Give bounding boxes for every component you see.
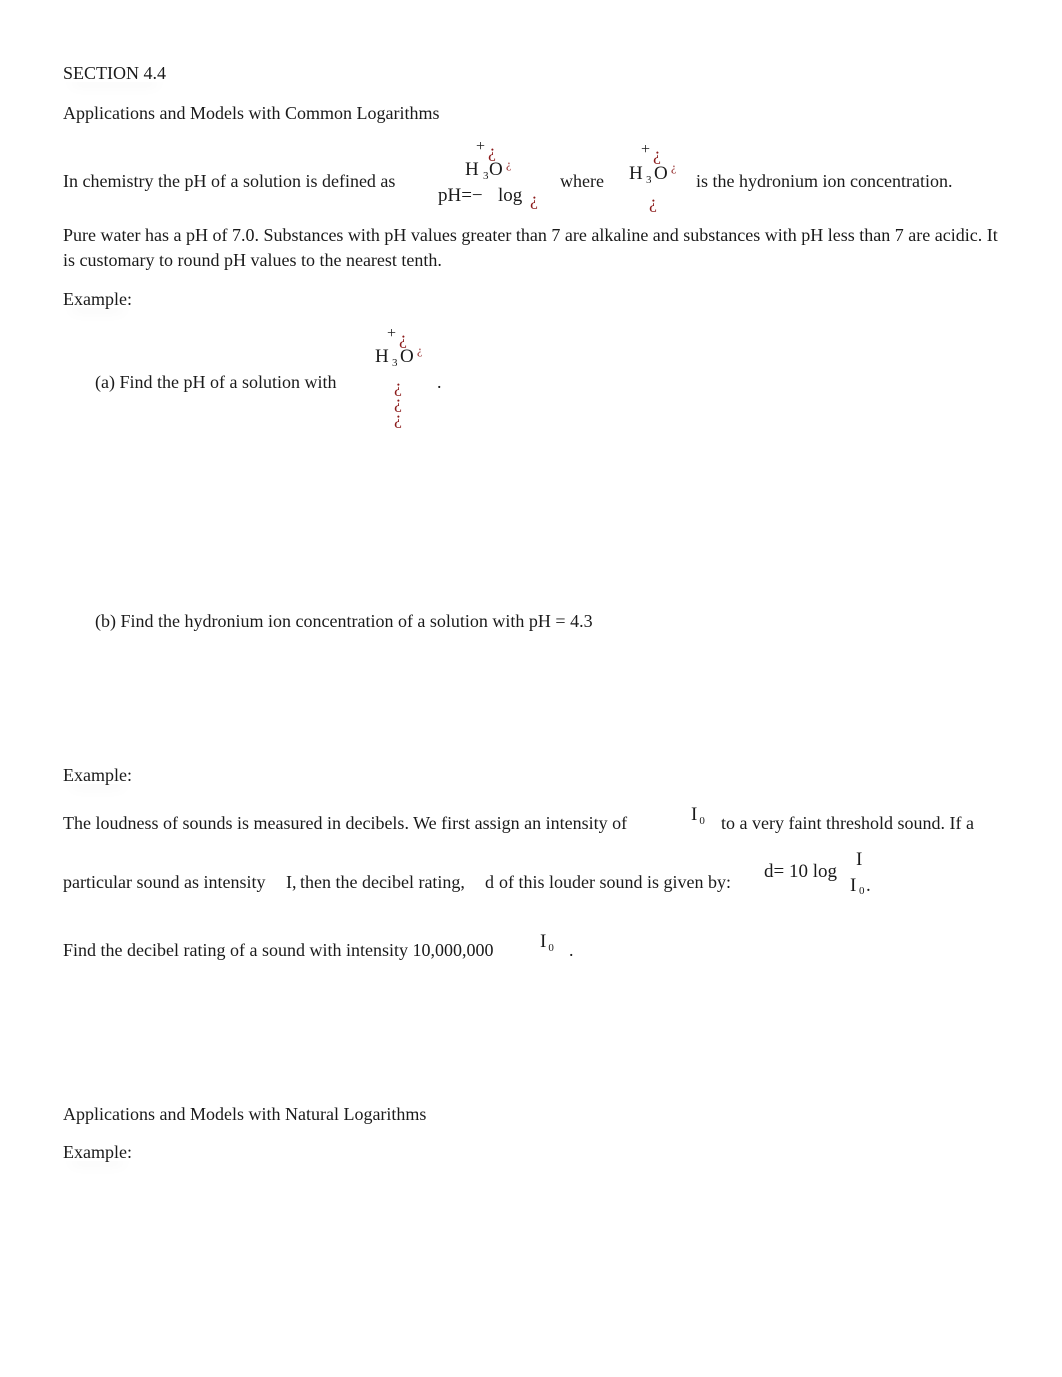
i0-subscript: 0 [548, 942, 554, 954]
formula-subscript-3: 3 [646, 174, 652, 186]
example-part-b: (b) Find the hydronium ion concentration… [95, 611, 593, 631]
example-label: Example: [63, 289, 132, 309]
heading-natural-logarithms: Applications and Models with Natural Log… [63, 1104, 427, 1124]
broken-glyph: ¿ [417, 343, 423, 357]
loudness-line1-b: to a very faint threshold sound. If a [721, 813, 974, 833]
formula-o: O [489, 159, 503, 180]
formula-o: O [654, 163, 668, 184]
formula-lhs: d= 10 log [764, 861, 837, 882]
loudness-line2-I: I, [286, 872, 297, 892]
formula-numerator: I [856, 849, 863, 870]
formula-h: H [375, 346, 389, 367]
i0-symbol: I0 [691, 804, 705, 827]
formula-lhs: pH=− [438, 185, 483, 206]
example-label: Example: [63, 1142, 132, 1162]
broken-glyph: ¿ [530, 189, 538, 209]
decibel-question: Find the decibel rating of a sound with … [63, 940, 494, 960]
formula-period: . [866, 875, 871, 896]
formula-h: H [629, 163, 643, 184]
formula-plus: + [641, 141, 651, 158]
example-part-a: (a) Find the pH of a solution with [95, 372, 337, 392]
i0-subscript: 0 [699, 815, 705, 827]
ph-definition-suffix: is the hydronium ion concentration. [696, 171, 953, 191]
formula-denominator-subscript: 0 [859, 885, 865, 897]
broken-glyph: ¿ [394, 408, 402, 428]
formula-plus: + [387, 325, 397, 342]
broken-glyph: ¿ [671, 160, 677, 174]
formula-log: log [498, 185, 523, 206]
part-a-period: . [437, 372, 442, 392]
loudness-line1-a: The loudness of sounds is measured in de… [63, 813, 628, 833]
broken-glyph: ¿ [649, 192, 657, 212]
formula-subscript-3: 3 [483, 170, 489, 182]
formula-denominator: I [850, 875, 857, 896]
formula-h: H [465, 159, 479, 180]
broken-glyph: ¿ [399, 328, 407, 348]
ph-intro-text: In chemistry the pH of a solution is def… [63, 171, 396, 191]
loudness-line2-c: of this louder sound is given by: [499, 872, 731, 892]
broken-glyph: ¿ [488, 141, 496, 161]
i0-main: I [691, 804, 698, 825]
loudness-line2-b: then the decibel rating, [300, 872, 465, 892]
loudness-line2-a: particular sound as intensity [63, 872, 266, 892]
ph-paragraph: Pure water has a pH of 7.0. Substances w… [63, 225, 998, 270]
question-period: . [569, 940, 574, 960]
formula-o: O [400, 346, 414, 367]
example-label: Example: [63, 765, 132, 785]
heading-common-logarithms: Applications and Models with Common Loga… [63, 103, 440, 123]
i0-symbol: I0 [540, 931, 554, 954]
formula-plus: + [476, 138, 486, 155]
loudness-line2-d: d [485, 872, 494, 892]
formula-subscript-3: 3 [392, 357, 398, 369]
broken-glyph: ¿ [506, 157, 512, 171]
section-title: SECTION 4.4 [63, 63, 166, 83]
where-text: where [560, 171, 604, 191]
i0-main: I [540, 931, 547, 952]
broken-glyph: ¿ [653, 144, 661, 164]
